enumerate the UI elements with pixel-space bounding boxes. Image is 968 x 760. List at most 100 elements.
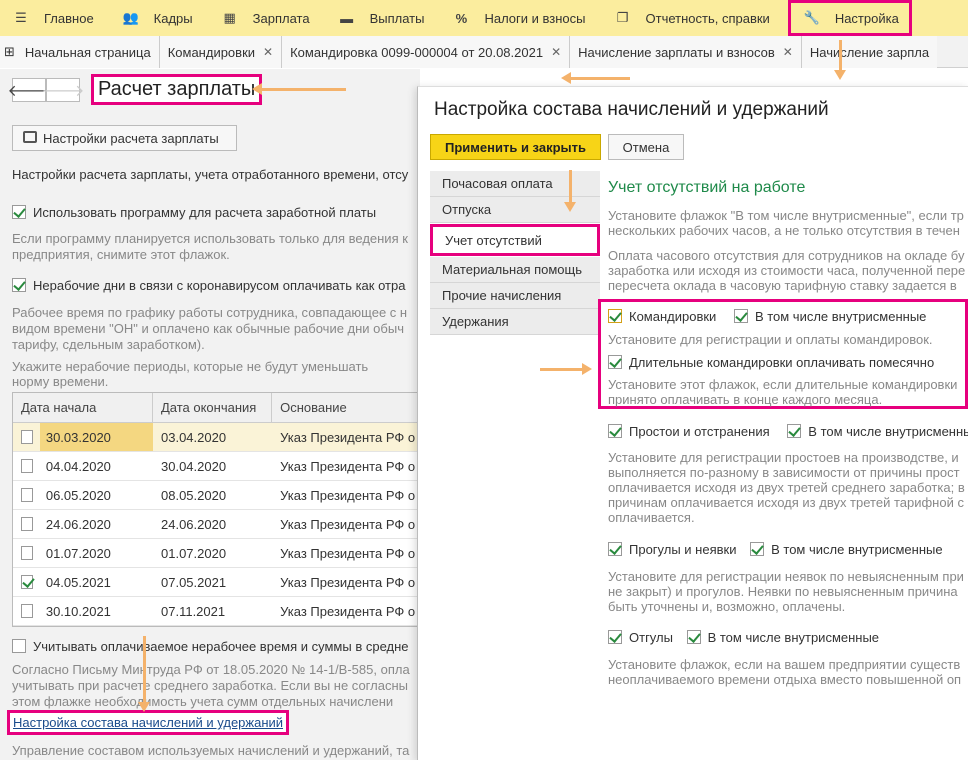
idle-hint-1: Установите для регистрации простоев на п…	[608, 450, 959, 465]
row-checkbox[interactable]	[21, 517, 33, 531]
idle-hint-3: оплачивается исходя из двух третей средн…	[608, 480, 965, 495]
arrowhead-down-icon	[834, 70, 846, 80]
row-cell-start: 04.04.2020	[45, 458, 111, 474]
close-icon[interactable]: ✕	[783, 45, 793, 59]
trips-option[interactable]: Командировки В том числе внутрисменные	[608, 309, 926, 324]
idle-intra-checkbox[interactable]	[787, 424, 802, 438]
tab-trips[interactable]: Командировки ✕	[159, 36, 283, 68]
row-cell-end: 24.06.2020	[161, 516, 227, 532]
periods-hint-1: Укажите нерабочие периоды, которые не бу…	[12, 359, 369, 374]
row-cell-check[interactable]	[13, 568, 40, 596]
composition-link-box: Настройка состава начислений и удержаний	[7, 710, 290, 735]
row-checkbox[interactable]	[21, 488, 33, 502]
row-checkbox[interactable]	[21, 575, 33, 589]
table-row[interactable]: 04.04.2020 30.04.2020 Указ Президента РФ о	[13, 452, 420, 481]
menu-salary-label: Зарплата	[252, 10, 310, 26]
trips-label: Командировки	[629, 309, 717, 324]
row-cell-check[interactable]	[13, 452, 40, 480]
table-row[interactable]: 30.10.2021 07.11.2021 Указ Президента РФ о	[13, 597, 420, 626]
absent-checkbox[interactable]	[608, 542, 622, 556]
menu-main[interactable]: ☰ Главное	[0, 0, 106, 36]
row-checkbox[interactable]	[21, 430, 33, 444]
covid-hint-1: Рабочее время по графику работы сотрудни…	[12, 305, 408, 320]
menu-reports[interactable]: ❐ Отчетность, справки	[598, 0, 782, 36]
absent-option[interactable]: Прогулы и неявки В том числе внутрисменн…	[608, 542, 943, 557]
column-end-date[interactable]: Дата окончания	[153, 393, 273, 422]
vtab-hourly[interactable]: Почасовая оплата	[430, 171, 600, 197]
menu-settings[interactable]: 🔧 Настройка	[787, 0, 912, 36]
row-cell-check[interactable]	[13, 510, 40, 538]
p2-line-1: Оплата часового отсутствия для сотрудник…	[608, 248, 965, 263]
table-row[interactable]: 24.06.2020 24.06.2020 Указ Президента РФ о	[13, 510, 420, 539]
absent-intra-checkbox[interactable]	[750, 542, 765, 556]
avg-hint-2: учитывать при расчете среднего заработка…	[12, 678, 408, 693]
absent-hint-1: Установите для регистрации неявок по нев…	[608, 569, 964, 584]
column-start-date[interactable]: Дата начала	[13, 393, 153, 422]
vtab-financial-aid[interactable]: Материальная помощь	[430, 257, 600, 283]
row-checkbox[interactable]	[21, 604, 33, 618]
apply-close-button[interactable]: Применить и закрыть	[430, 134, 601, 160]
arrowhead-down-icon	[564, 202, 576, 212]
use-program-option[interactable]: Использовать программу для расчета зараб…	[12, 205, 376, 221]
tab-bar: ⊞ Начальная страница Командировки ✕ Коман…	[0, 36, 968, 68]
timeoff-option[interactable]: Отгулы В том числе внутрисменные	[608, 630, 879, 645]
menu-salary[interactable]: ▦ Зарплата	[205, 0, 322, 36]
row-cell-start: 24.06.2020	[45, 516, 111, 532]
table-row[interactable]: 04.05.2021 07.05.2021 Указ Президента РФ о	[13, 568, 420, 597]
vtab-absences[interactable]: Учет отсутствий	[430, 224, 600, 256]
avg-option[interactable]: Учитывать оплачиваемое нерабочее время и…	[12, 639, 409, 655]
arrow-settings-annotation	[839, 40, 842, 70]
avg-checkbox[interactable]	[12, 639, 26, 653]
trips-intra-checkbox[interactable]	[733, 309, 748, 323]
row-checkbox[interactable]	[21, 459, 33, 473]
payroll-settings-button[interactable]: Настройки расчета зарплаты	[12, 125, 237, 151]
long-trips-option[interactable]: Длительные командировки оплачивать помес…	[608, 355, 934, 370]
idle-option[interactable]: Простои и отстранения В том числе внутри…	[608, 424, 968, 439]
trips-hint: Установите для регистрации и оплаты кома…	[608, 332, 933, 347]
nav-buttons: 🡐 🡒	[8, 78, 84, 102]
timeoff-checkbox[interactable]	[608, 630, 622, 644]
menu-reports-label: Отчетность, справки	[645, 10, 770, 26]
row-cell-check[interactable]	[13, 423, 40, 451]
menu-icon: ☰	[15, 10, 27, 25]
menu-payments[interactable]: ▬ Выплаты	[322, 0, 437, 36]
vtab-deductions[interactable]: Удержания	[430, 309, 600, 335]
intro-text: Настройки расчета зарплаты, учета отрабо…	[12, 167, 409, 182]
long-trips-checkbox[interactable]	[608, 355, 622, 369]
tab-payroll[interactable]: Начисление зарплаты и взносов ✕	[570, 36, 802, 68]
vtab-other-accruals[interactable]: Прочие начисления	[430, 283, 600, 309]
composition-settings-link[interactable]: Настройка состава начислений и удержаний	[13, 715, 283, 730]
non-working-periods-table: Дата начала Дата окончания Основание 30.…	[12, 392, 420, 627]
timeoff-intra-checkbox[interactable]	[686, 630, 701, 644]
tab-payroll-2[interactable]: Начисление зарпла	[801, 36, 938, 68]
close-icon[interactable]: ✕	[263, 45, 273, 59]
row-checkbox[interactable]	[21, 546, 33, 560]
column-basis[interactable]: Основание	[272, 393, 420, 422]
row-cell-check[interactable]	[13, 481, 40, 509]
p1-line-2: нескольких рабочих часов, а не только от…	[608, 223, 960, 238]
trips-checkbox[interactable]	[608, 309, 622, 323]
use-program-hint-2: предприятия, снимите этот флажок.	[12, 247, 230, 262]
row-cell-check[interactable]	[13, 597, 40, 625]
report-icon: ❐	[616, 10, 629, 25]
use-program-checkbox[interactable]	[12, 205, 26, 219]
forward-arrow-icon[interactable]: 🡒	[42, 78, 84, 102]
long-trips-label: Длительные командировки оплачивать помес…	[629, 355, 935, 370]
timeoff-label: Отгулы	[629, 630, 673, 645]
menu-hr[interactable]: 👥 Кадры	[106, 0, 205, 36]
table-row[interactable]: 06.05.2020 08.05.2020 Указ Президента РФ о	[13, 481, 420, 510]
covid-option[interactable]: Нерабочие дни в связи с коронавирусом оп…	[12, 278, 405, 294]
covid-checkbox[interactable]	[12, 278, 26, 292]
menu-taxes[interactable]: % Налоги и взносы	[436, 0, 597, 36]
close-icon[interactable]: ✕	[551, 45, 561, 59]
row-cell-start: 01.07.2020	[45, 545, 111, 561]
tab-trip-doc[interactable]: Командировка 0099-000004 от 20.08.2021 ✕	[282, 36, 571, 68]
avg-hint-1: Согласно Письму Минтруда РФ от 18.05.202…	[12, 662, 410, 677]
table-row[interactable]: 30.03.2020 03.04.2020 Указ Президента РФ о	[13, 423, 420, 452]
row-cell-check[interactable]	[13, 539, 40, 567]
idle-checkbox[interactable]	[608, 424, 622, 438]
cancel-button[interactable]: Отмена	[608, 134, 684, 160]
table-row[interactable]: 01.07.2020 01.07.2020 Указ Президента РФ о	[13, 539, 420, 568]
arrowhead-left-icon	[561, 72, 571, 84]
tab-home[interactable]: ⊞ Начальная страница	[0, 36, 160, 68]
